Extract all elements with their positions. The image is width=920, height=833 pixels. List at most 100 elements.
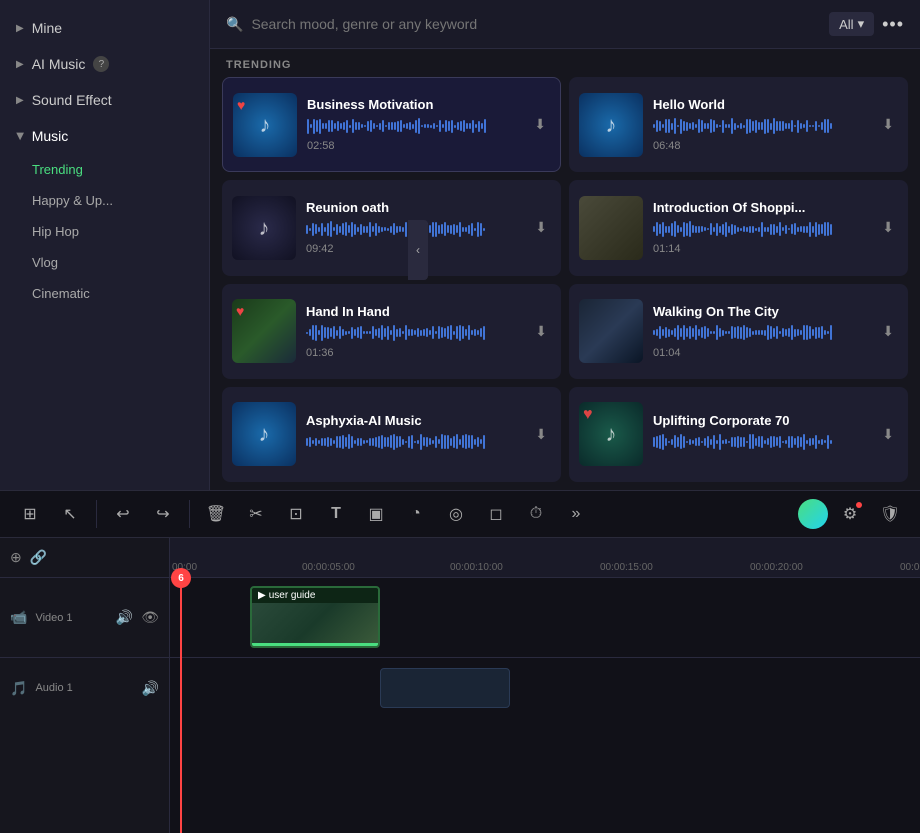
- ruler-mark: 00:00:15:00: [600, 562, 653, 573]
- undo-button[interactable]: ↩: [105, 496, 141, 532]
- track-labels: ⊕ 🔗 📹 Video 1 🔊 👁 🎵 Audio 1 🔊: [0, 538, 170, 833]
- sidebar-item-mine[interactable]: ▶ Mine: [0, 10, 209, 46]
- play-icon: ▶: [258, 590, 266, 601]
- card-info: Hand In Hand 01:36: [306, 304, 521, 359]
- timeline-ruler: 00:00 00:00:05:00 00:00:10:00 00:00:15:0…: [170, 538, 920, 578]
- sidebar-item-sound-effect[interactable]: ▶ Sound Effect: [0, 82, 209, 118]
- playhead[interactable]: 6: [180, 578, 182, 833]
- card-thumbnail: ♥ ♪: [579, 402, 643, 466]
- filter-label: All: [839, 17, 853, 32]
- timeline-content: 00:00 00:00:05:00 00:00:10:00 00:00:15:0…: [170, 538, 920, 833]
- ruler-mark: 00:00:05:00: [302, 562, 355, 573]
- transform-button[interactable]: ▣: [358, 496, 394, 532]
- music-card-asphyxia[interactable]: ♪ Asphyxia-AI Music ⬇: [222, 387, 561, 482]
- video-clip-bar: [252, 643, 378, 646]
- color-button[interactable]: ◎: [438, 496, 474, 532]
- audio-clip[interactable]: [380, 668, 510, 708]
- card-title: Asphyxia-AI Music: [306, 413, 521, 428]
- card-info: Business Motivation 02:58: [307, 97, 520, 152]
- search-input[interactable]: [251, 16, 821, 32]
- audio-track-icon: 🎵: [10, 680, 27, 697]
- download-button[interactable]: ⬇: [878, 112, 898, 137]
- sidebar-item-music[interactable]: ▶ Music: [0, 118, 209, 154]
- card-title: Uplifting Corporate 70: [653, 413, 868, 428]
- volume-icon[interactable]: 🔊: [116, 609, 133, 626]
- sidebar-sub-item-hiphop[interactable]: Hip Hop: [32, 216, 209, 247]
- waveform: [306, 432, 521, 452]
- music-card-reunion-oath[interactable]: ♪ Reunion oath 09:42 ⬇: [222, 180, 561, 275]
- card-title: Hello World: [653, 97, 868, 112]
- sidebar-item-music-label: Music: [32, 128, 69, 144]
- track-label-text: Audio 1: [35, 682, 72, 694]
- waveform: [653, 432, 868, 452]
- music-note-icon: ♪: [259, 215, 270, 241]
- music-card-uplifting-corporate[interactable]: ♥ ♪ Uplifting Corporate 70 ⬇: [569, 387, 908, 482]
- arrow-icon: ▶: [16, 23, 24, 34]
- sidebar-collapse-button[interactable]: ‹: [408, 220, 428, 280]
- timeline-area: ⊕ 🔗 📹 Video 1 🔊 👁 🎵 Audio 1 🔊 00:00 00:0…: [0, 538, 920, 833]
- split-view-button[interactable]: ⊞: [12, 496, 48, 532]
- sidebar-sub-menu: Trending Happy & Up... Hip Hop Vlog Cine…: [0, 154, 209, 309]
- more-tools-button[interactable]: »: [558, 496, 594, 532]
- waveform: [307, 116, 520, 136]
- download-button[interactable]: ⬇: [530, 112, 550, 137]
- card-thumbnail: ♪: [232, 196, 296, 260]
- link-icon[interactable]: 🔗: [30, 549, 47, 566]
- eye-icon[interactable]: 👁: [141, 609, 159, 626]
- music-grid: ♥ ♪ Business Motivation 02:58 ⬇ ♪ Hello …: [210, 77, 920, 490]
- search-bar: 🔍 All ▾ •••: [210, 0, 920, 49]
- user-avatar[interactable]: [798, 499, 828, 529]
- settings-button[interactable]: ⚙: [832, 496, 868, 532]
- heart-icon: ♥: [583, 406, 593, 424]
- timer-button[interactable]: ⏱: [518, 496, 554, 532]
- audio-volume-icon[interactable]: 🔊: [142, 680, 159, 697]
- card-title: Reunion oath: [306, 200, 521, 215]
- filter-dropdown[interactable]: All ▾: [829, 12, 874, 36]
- ruler-mark: 00:00:20:00: [750, 562, 803, 573]
- text-button[interactable]: T: [318, 496, 354, 532]
- playhead-marker: 6: [171, 568, 191, 588]
- download-button[interactable]: ⬇: [531, 422, 551, 447]
- download-button[interactable]: ⬇: [531, 215, 551, 240]
- card-thumbnail: ♥: [232, 299, 296, 363]
- card-info: Hello World 06:48: [653, 97, 868, 152]
- video-clip[interactable]: ▶ user guide: [250, 586, 380, 648]
- download-button[interactable]: ⬇: [878, 215, 898, 240]
- track-label-video-1: 📹 Video 1 🔊 👁: [0, 578, 169, 658]
- card-title: Introduction Of Shoppi...: [653, 200, 868, 215]
- delete-button[interactable]: 🗑: [198, 496, 234, 532]
- redo-button[interactable]: ↪: [145, 496, 181, 532]
- sidebar-sub-item-happy[interactable]: Happy & Up...: [32, 185, 209, 216]
- toolbar: ⊞ ↖ ↩ ↪ 🗑 ✂ ⊡ T ▣ ◔ ◎ ◻ ⏱ » ⚙ 🛡: [0, 490, 920, 538]
- sidebar-sub-item-vlog[interactable]: Vlog: [32, 247, 209, 278]
- add-track-icon[interactable]: ⊕: [10, 549, 22, 566]
- sidebar-sub-item-trending[interactable]: Trending: [32, 154, 209, 185]
- music-note-icon: ♪: [606, 112, 617, 138]
- shield-button[interactable]: 🛡: [872, 496, 908, 532]
- speed-button[interactable]: ◔: [398, 496, 434, 532]
- sidebar-sub-item-cinematic[interactable]: Cinematic: [32, 278, 209, 309]
- toolbar-separator: [96, 500, 97, 528]
- music-card-hand-in-hand[interactable]: ♥ Hand In Hand 01:36 ⬇: [222, 284, 561, 379]
- card-thumbnail: ♪: [579, 93, 643, 157]
- download-button[interactable]: ⬇: [878, 319, 898, 344]
- sidebar-item-ai-music[interactable]: ▶ AI Music ?: [0, 46, 209, 82]
- cut-button[interactable]: ✂: [238, 496, 274, 532]
- music-note-icon: ♪: [260, 112, 271, 138]
- music-card-walking-city[interactable]: Walking On The City 01:04 ⬇: [569, 284, 908, 379]
- music-card-hello-world[interactable]: ♪ Hello World 06:48 ⬇: [569, 77, 908, 172]
- cursor-button[interactable]: ↖: [52, 496, 88, 532]
- crop-button[interactable]: ⊡: [278, 496, 314, 532]
- sidebar-item-ai-music-label: AI Music: [32, 56, 86, 72]
- keyframe-button[interactable]: ◻: [478, 496, 514, 532]
- more-options-button[interactable]: •••: [882, 14, 904, 35]
- download-button[interactable]: ⬇: [878, 422, 898, 447]
- download-button[interactable]: ⬇: [531, 319, 551, 344]
- track-label-audio-1: 🎵 Audio 1 🔊: [0, 658, 169, 718]
- music-card-business-motivation[interactable]: ♥ ♪ Business Motivation 02:58 ⬇: [222, 77, 561, 172]
- toolbar-separator: [189, 500, 190, 528]
- card-time: 01:36: [306, 347, 521, 359]
- music-card-introduction-shopping[interactable]: Introduction Of Shoppi... 01:14 ⬇: [569, 180, 908, 275]
- card-thumbnail: [579, 196, 643, 260]
- audio-track: [170, 658, 920, 718]
